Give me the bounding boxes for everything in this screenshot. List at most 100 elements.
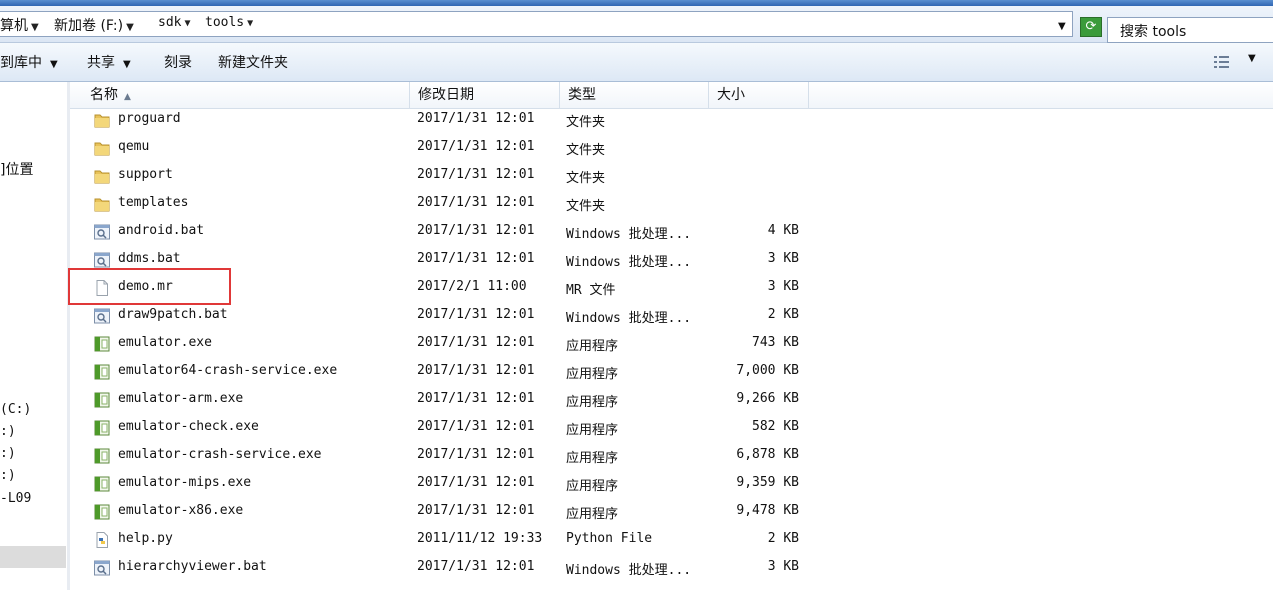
batch-file-icon — [93, 307, 111, 325]
file-row[interactable]: templates 2017/1/31 12:01 文件夹 — [70, 190, 1273, 218]
sort-ascending-icon: ▲ — [124, 92, 131, 102]
column-header-name[interactable]: 名称 ▲ — [82, 82, 410, 108]
file-row[interactable]: emulator-arm.exe 2017/1/31 12:01 应用程序 9,266… — [70, 386, 1273, 414]
share-button[interactable]: 共享 ▼ — [87, 52, 131, 72]
file-date: 2017/1/31 12:01 — [417, 391, 535, 406]
file-size: 2 KB — [767, 307, 799, 322]
file-type: 应用程序 — [566, 339, 619, 354]
new-folder-button[interactable]: 新建文件夹 — [218, 52, 288, 72]
file-row[interactable]: ddms.bat 2017/1/31 12:01 Windows 批处理... 3 K… — [70, 246, 1273, 274]
file-size: 7,000 KB — [736, 363, 799, 378]
search-input[interactable]: 搜索 tools — [1107, 17, 1273, 43]
chevron-down-icon: ▼ — [123, 59, 131, 70]
file-name: emulator-crash-service.exe — [118, 447, 322, 462]
batch-file-icon — [93, 251, 111, 269]
view-options-icon[interactable] — [1213, 54, 1231, 70]
breadcrumb-computer[interactable]: 算机 ▼ — [0, 15, 39, 35]
file-size: 9,266 KB — [736, 391, 799, 406]
file-row[interactable]: proguard 2017/1/31 12:01 文件夹 — [70, 106, 1273, 134]
file-row[interactable]: emulator-check.exe 2017/1/31 12:01 应用程序 582… — [70, 414, 1273, 442]
file-row[interactable]: draw9patch.bat 2017/1/31 12:01 Windows 批处理… — [70, 302, 1273, 330]
chevron-down-icon[interactable]: ▼ — [184, 18, 190, 29]
include-in-library-button[interactable]: 到库中 ▼ — [0, 52, 58, 72]
file-size: 3 KB — [767, 279, 799, 294]
chevron-down-icon[interactable]: ▼ — [247, 18, 253, 29]
file-row[interactable]: emulator-x86.exe 2017/1/31 12:01 应用程序 9,478… — [70, 498, 1273, 526]
nav-item-device[interactable]: -L09 — [0, 491, 31, 506]
file-size: 9,359 KB — [736, 475, 799, 490]
file-row[interactable]: emulator.exe 2017/1/31 12:01 应用程序 743 KB — [70, 330, 1273, 358]
file-type: 应用程序 — [566, 423, 619, 438]
nav-item-drive[interactable]: :) — [0, 446, 16, 461]
refresh-icon[interactable]: ⟳ — [1080, 17, 1102, 37]
folder-icon — [93, 139, 111, 157]
file-date: 2017/1/31 12:01 — [417, 559, 535, 574]
folder-icon — [93, 195, 111, 213]
file-type: Windows 批处理... — [566, 311, 692, 326]
file-date: 2017/1/31 12:01 — [417, 363, 535, 378]
column-header-type[interactable]: 类型 — [560, 82, 709, 108]
address-history-dropdown-icon[interactable]: ▼ — [1058, 21, 1066, 32]
file-date: 2017/1/31 12:01 — [417, 419, 535, 434]
file-name: proguard — [118, 111, 181, 126]
file-date: 2017/1/31 12:01 — [417, 195, 535, 210]
view-dropdown-icon[interactable]: ▼ — [1248, 53, 1256, 64]
nav-item-drive-c[interactable]: (C:) — [0, 402, 31, 417]
file-row[interactable]: android.bat 2017/1/31 12:01 Windows 批处理...… — [70, 218, 1273, 246]
breadcrumb-drive-f[interactable]: 新加卷 (F:) ▼ — [54, 15, 134, 35]
navigation-pane: ]位置 (C:) :) :) :) -L09 — [0, 82, 68, 590]
file-name: support — [118, 167, 173, 182]
file-type: 应用程序 — [566, 367, 619, 382]
file-size: 4 KB — [767, 223, 799, 238]
column-header-date[interactable]: 修改日期 — [410, 82, 560, 108]
file-row[interactable]: emulator64-crash-service.exe 2017/1/31 12… — [70, 358, 1273, 386]
nav-item-location[interactable]: ]位置 — [0, 159, 33, 179]
chevron-down-icon: ▼ — [50, 59, 58, 70]
column-header-size[interactable]: 大小 — [709, 82, 809, 108]
file-row[interactable]: help.py 2011/11/12 19:33 Python File 2 KB — [70, 526, 1273, 554]
nav-item-drive[interactable]: :) — [0, 424, 16, 439]
exe-icon — [93, 391, 111, 409]
file-size: 743 KB — [752, 335, 799, 350]
exe-icon — [93, 335, 111, 353]
exe-icon — [93, 447, 111, 465]
batch-file-icon — [93, 223, 111, 241]
file-date: 2017/1/31 12:01 — [417, 251, 535, 266]
file-name: emulator64-crash-service.exe — [118, 363, 338, 378]
address-bar[interactable]: 算机 ▼ 新加卷 (F:) ▼ sdk ▼ tools ▼ ▼ — [0, 11, 1073, 37]
file-size: 6,878 KB — [736, 447, 799, 462]
file-date: 2017/1/31 12:01 — [417, 167, 535, 182]
file-name: qemu — [118, 139, 150, 154]
breadcrumb-sdk[interactable]: sdk ▼ — [158, 15, 191, 30]
file-name: draw9patch.bat — [118, 307, 228, 322]
file-row[interactable]: emulator-mips.exe 2017/1/31 12:01 应用程序 9,35… — [70, 470, 1273, 498]
command-toolbar: 到库中 ▼ 共享 ▼ 刻录 新建文件夹 ▼ — [0, 43, 1273, 82]
file-row[interactable]: demo.mr 2017/2/1 11:00 MR 文件 3 KB — [70, 274, 1273, 302]
file-name: hierarchyviewer.bat — [118, 559, 267, 574]
exe-icon — [93, 475, 111, 493]
file-type: 文件夹 — [566, 199, 606, 214]
file-row[interactable]: qemu 2017/1/31 12:01 文件夹 — [70, 134, 1273, 162]
exe-icon — [93, 363, 111, 381]
file-type: 文件夹 — [566, 115, 606, 130]
file-date: 2017/1/31 12:01 — [417, 111, 535, 126]
file-row[interactable]: hierarchyviewer.bat 2017/1/31 12:01 Window… — [70, 554, 1273, 582]
file-type: Python File — [566, 531, 653, 546]
folder-icon — [93, 111, 111, 129]
file-type: 应用程序 — [566, 451, 619, 466]
address-bar-row: 算机 ▼ 新加卷 (F:) ▼ sdk ▼ tools ▼ ▼ ⟳ 搜索 tools — [0, 6, 1273, 43]
file-name: help.py — [118, 531, 173, 546]
column-header-row: 名称 ▲ 修改日期 类型 大小 — [70, 82, 1273, 109]
file-row[interactable]: support 2017/1/31 12:01 文件夹 — [70, 162, 1273, 190]
chevron-down-icon[interactable]: ▼ — [31, 22, 39, 33]
burn-button[interactable]: 刻录 — [164, 52, 192, 72]
file-name: emulator-arm.exe — [118, 391, 244, 406]
breadcrumb-tools[interactable]: tools ▼ — [205, 15, 253, 30]
file-name: android.bat — [118, 223, 205, 238]
file-date: 2017/2/1 11:00 — [417, 279, 527, 294]
exe-icon — [93, 503, 111, 521]
nav-item-drive-selected[interactable]: :) — [0, 468, 16, 483]
chevron-down-icon[interactable]: ▼ — [126, 22, 134, 33]
file-row[interactable]: emulator-crash-service.exe 2017/1/31 12:0… — [70, 442, 1273, 470]
file-size: 582 KB — [752, 419, 799, 434]
